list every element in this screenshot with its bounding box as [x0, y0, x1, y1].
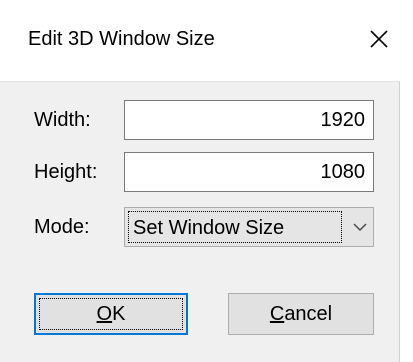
ok-button[interactable]: OK [34, 293, 188, 335]
dialog-title: Edit 3D Window Size [28, 28, 215, 50]
close-icon [370, 30, 388, 48]
background-strip [400, 0, 413, 362]
height-field[interactable] [125, 153, 373, 191]
mode-select-arrow[interactable] [347, 208, 373, 246]
edit-3d-window-size-dialog: Edit 3D Window Size Width: Height: Mode:… [0, 0, 400, 362]
titlebar: Edit 3D Window Size [0, 0, 400, 82]
close-button[interactable] [364, 22, 394, 56]
height-label: Height: [34, 161, 98, 183]
mode-select-value: Set Window Size [133, 217, 285, 239]
mode-select[interactable]: Set Window Size [124, 207, 374, 247]
mode-label: Mode: [34, 216, 90, 238]
cancel-mnemonic: C [269, 302, 285, 325]
width-field[interactable] [125, 101, 373, 139]
cancel-label-rest: ancel [284, 302, 333, 325]
height-field-box [124, 152, 374, 192]
cancel-button[interactable]: Cancel [228, 293, 374, 335]
ok-focus-ring [39, 298, 183, 330]
width-field-box [124, 100, 374, 140]
width-label: Width: [34, 109, 91, 131]
chevron-down-icon [353, 223, 367, 231]
